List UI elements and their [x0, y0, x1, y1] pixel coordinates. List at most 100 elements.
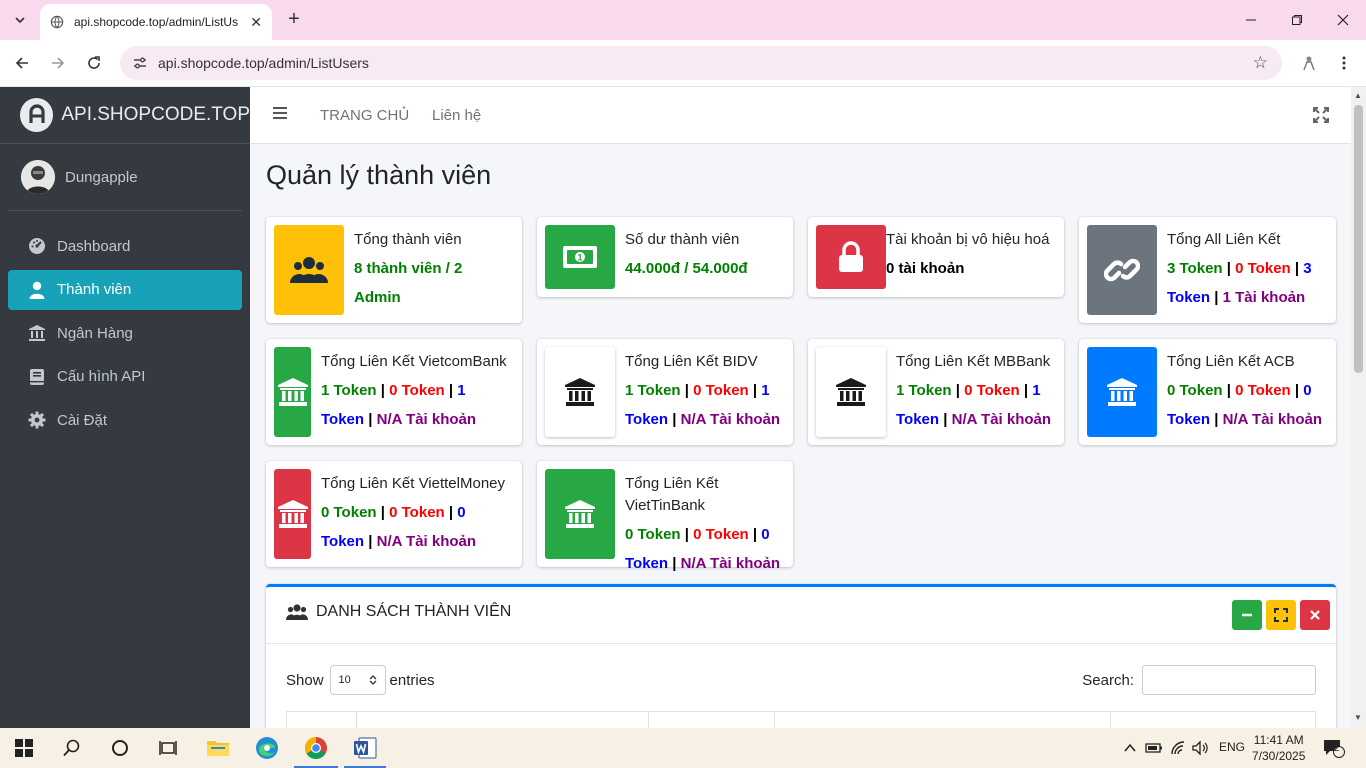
sidebar-nav: Dashboard Thành viên Ngân Hàng Cấu hình …	[0, 211, 250, 440]
new-tab-button[interactable]: +	[282, 8, 306, 32]
extension-button[interactable]	[1296, 50, 1322, 76]
separator: |	[684, 526, 689, 543]
back-button[interactable]	[9, 50, 35, 76]
active-token-count: 1 Token	[625, 382, 681, 399]
sidebar-item-label: Thành viên	[57, 281, 132, 298]
stat-label: Tổng Liên Kết VietcomBank	[321, 353, 507, 370]
separator: |	[1226, 382, 1231, 399]
windows-taskbar: ENG 11:41 AM 7/30/2025 2	[0, 728, 1366, 768]
battery-icon	[1145, 743, 1162, 753]
volume-button[interactable]	[1186, 734, 1214, 762]
expired-token-count: 0 Token	[693, 526, 749, 543]
notification-count: 2	[1334, 743, 1340, 754]
search-button[interactable]	[58, 734, 86, 762]
search-label: Search:	[1082, 671, 1134, 689]
file-explorer-button[interactable]	[204, 734, 232, 762]
bank-icon	[1087, 347, 1157, 437]
browser-tab[interactable]: api.shopcode.top/admin/ListUs ✕	[40, 4, 272, 40]
sidebar-item-label: Cài Đặt	[57, 411, 108, 429]
expired-token-count: 0 Token	[693, 382, 749, 399]
stat-box-bank: Tổng Liên Kết MBBank 1 Token | 0 Token |…	[808, 339, 1064, 445]
language-indicator[interactable]: ENG	[1219, 740, 1245, 754]
brand-link[interactable]: API.SHOPCODE.TOP	[0, 87, 250, 144]
circle-icon	[112, 740, 128, 756]
sidebar-item-members[interactable]: Thành viên	[8, 269, 242, 310]
hamburger-menu-icon[interactable]	[272, 105, 290, 125]
omnibox[interactable]: api.shopcode.top/admin/ListUsers ☆	[120, 46, 1282, 80]
expand-icon	[1274, 608, 1288, 622]
bank-icon	[545, 469, 615, 559]
url-text[interactable]: api.shopcode.top/admin/ListUsers	[158, 55, 1253, 71]
account-count: N/A Tài khoản	[376, 411, 477, 428]
scroll-down-icon[interactable]: ▼	[1354, 713, 1362, 722]
remove-button[interactable]	[1300, 600, 1330, 630]
scrollbar-thumb[interactable]	[1354, 105, 1363, 373]
cortana-button[interactable]	[106, 734, 134, 762]
sidebar-item-bank[interactable]: Ngân Hàng	[8, 313, 242, 353]
stat-box-bank: Tổng Liên Kết ACB 0 Token | 0 Token | 0 …	[1079, 339, 1336, 445]
close-window-button[interactable]	[1320, 0, 1366, 40]
account-count: N/A Tài khoản	[1222, 411, 1323, 428]
scroll-up-icon[interactable]: ▲	[1354, 91, 1362, 100]
active-token-count: 1 Token	[896, 382, 952, 399]
separator: |	[368, 533, 373, 550]
separator: |	[943, 411, 948, 428]
sidebar-item-api-config[interactable]: Cấu hình API	[8, 357, 242, 397]
tab-title: api.shopcode.top/admin/ListUs	[74, 15, 239, 29]
clock-time: 11:41 AM	[1253, 733, 1304, 747]
brand-logo-icon	[20, 98, 54, 132]
sidebar-item-settings[interactable]: Cài Đặt	[8, 400, 242, 440]
close-tab-icon[interactable]: ✕	[250, 14, 262, 31]
user-name[interactable]: Dungapple	[65, 169, 138, 186]
separator: |	[684, 382, 689, 399]
entries-value: 10	[338, 674, 351, 686]
stat-label: Tổng Liên Kết MBBank	[896, 353, 1051, 370]
stat-value: 44.000đ / 54.000đ	[625, 260, 748, 277]
entries-select[interactable]: 10	[329, 665, 386, 695]
separator: |	[752, 526, 758, 543]
avatar	[21, 160, 55, 194]
edge-button[interactable]	[253, 734, 281, 762]
site-settings-icon[interactable]	[132, 55, 148, 71]
stat-label: Tổng Liên Kết BIDV	[625, 353, 758, 370]
edge-icon	[256, 737, 278, 759]
users-icon	[274, 225, 344, 315]
bookmark-star-icon[interactable]: ☆	[1253, 53, 1268, 73]
sidebar-item-dashboard[interactable]: Dashboard	[8, 226, 242, 266]
bank-icon	[28, 324, 46, 342]
account-count: N/A Tài khoản	[680, 555, 781, 572]
search-icon	[63, 739, 80, 757]
fullscreen-icon[interactable]	[1313, 107, 1329, 123]
total-token-count: 1	[1032, 382, 1041, 399]
task-view-button[interactable]	[154, 734, 182, 762]
chrome-button[interactable]	[302, 734, 330, 762]
stat-label: Tổng Liên Kết ACB	[1167, 353, 1295, 370]
reload-button[interactable]	[81, 50, 107, 76]
start-button[interactable]	[10, 734, 38, 762]
nav-link-home[interactable]: TRANG CHỦ	[320, 107, 409, 124]
bank-icon	[816, 347, 886, 437]
arrow-right-icon	[52, 57, 65, 69]
browser-menu-button[interactable]	[1331, 50, 1357, 76]
search-input[interactable]	[1142, 665, 1316, 695]
stat-label: Tổng Liên Kết VietTinBank	[625, 475, 719, 514]
stat-value: Admin	[354, 289, 401, 306]
restore-button[interactable]	[1274, 0, 1320, 40]
word-button[interactable]	[351, 734, 379, 762]
stat-box-balance: 1 Số dư thành viên 44.000đ / 54.000đ	[537, 217, 793, 297]
page-title: Quản lý thành viên	[266, 160, 492, 190]
forward-button[interactable]	[45, 50, 71, 76]
maximize-button[interactable]	[1266, 600, 1296, 630]
clock[interactable]: 11:41 AM 7/30/2025	[1252, 732, 1305, 764]
collapse-button[interactable]	[1232, 600, 1262, 630]
page-scrollbar[interactable]: ▲ ▼	[1351, 87, 1366, 728]
token-word: Token	[1167, 289, 1211, 306]
minimize-button[interactable]	[1228, 0, 1274, 40]
stat-box-bank: Tổng Liên Kết BIDV 1 Token | 0 Token | 1…	[537, 339, 793, 445]
expired-token-count: 0 Token	[964, 382, 1020, 399]
notification-button[interactable]: 2	[1320, 734, 1348, 762]
user-panel[interactable]: Dungapple	[8, 144, 242, 211]
nav-link-contact[interactable]: Liên hệ	[432, 107, 481, 124]
lock-icon	[816, 225, 886, 289]
tab-search-button[interactable]	[8, 8, 32, 32]
